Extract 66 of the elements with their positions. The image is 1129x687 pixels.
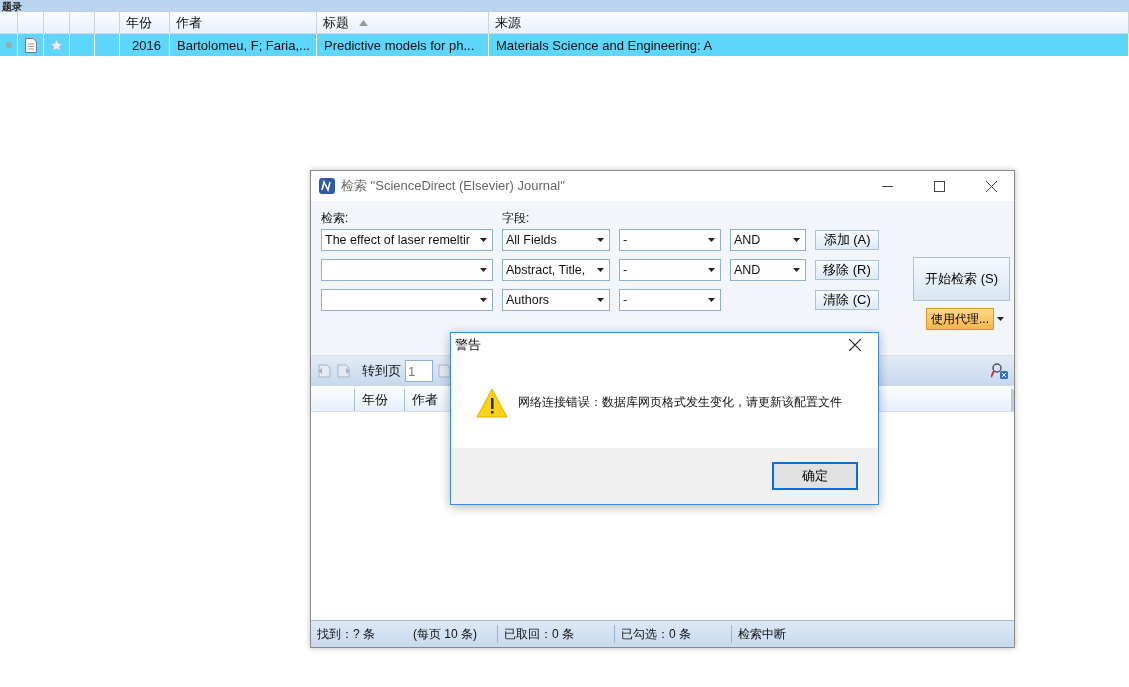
status-text: (每页 10 条) xyxy=(412,625,478,643)
go-icon[interactable] xyxy=(437,363,453,379)
author-cell: Bartolomeu, F; Faria,... xyxy=(177,37,310,53)
dropdown-caret-icon xyxy=(708,238,715,242)
row-action-button[interactable]: 移除 (R) xyxy=(815,260,879,280)
column-header[interactable]: 标题 xyxy=(317,12,489,33)
row-action-button[interactable]: 添加 (A) xyxy=(815,230,879,250)
column-header[interactable]: 来源 xyxy=(489,12,1129,33)
window-title: 检索 "ScienceDirect (Elsevier) Journal" xyxy=(341,177,565,195)
status-text: 已勾选：0 条 xyxy=(620,625,692,643)
maximize-icon[interactable] xyxy=(933,180,945,192)
status-text: 找到：? 条 xyxy=(316,625,376,643)
close-icon[interactable] xyxy=(849,339,861,351)
clear-search-icon[interactable] xyxy=(991,362,1009,380)
list-row[interactable]: 2016 Bartolomeu, F; Faria,... Predictive models for ph... Materials Science and Engineering: A xyxy=(0,34,1129,56)
title-cell: Predictive models for ph... xyxy=(324,37,475,53)
field-dropdown[interactable]: Abstract, Title, xyxy=(502,259,610,281)
error-message: 网络连接错误：数据库网页格式发生变化，请更新该配置文件 xyxy=(518,394,842,411)
search-label: 检索: xyxy=(321,211,350,225)
year-cell: 2016 xyxy=(132,37,161,53)
document-icon xyxy=(24,37,37,53)
status-text: 已取回：0 条 xyxy=(503,625,575,643)
field-label: 字段: xyxy=(502,211,531,225)
column-header[interactable]: 作者 xyxy=(170,12,317,33)
column-header[interactable]: 作者 xyxy=(412,391,438,409)
dropdown-caret-icon xyxy=(597,298,604,302)
column-header[interactable]: 年份 xyxy=(362,391,388,409)
dropdown-caret-icon xyxy=(597,238,604,242)
next-page-icon[interactable] xyxy=(336,363,352,379)
warning-icon xyxy=(476,387,508,418)
search-term-field[interactable] xyxy=(321,259,493,281)
proxy-button[interactable]: 使用代理... xyxy=(926,308,994,330)
ok-button[interactable]: 确定 xyxy=(772,462,858,490)
condition-dropdown[interactable]: - xyxy=(619,289,721,311)
panel-title: 题录 xyxy=(1,2,22,12)
dropdown-caret-icon xyxy=(480,268,487,272)
source-cell: Materials Science and Engineering: A xyxy=(496,37,713,53)
condition-dropdown[interactable]: - xyxy=(619,259,721,281)
dropdown-caret-icon xyxy=(480,238,487,242)
dropdown-caret-icon xyxy=(793,238,800,242)
status-text: 检索中断 xyxy=(737,625,787,643)
operator-dropdown[interactable]: AND xyxy=(730,229,806,251)
search-term-field[interactable]: The effect of laser remeltir xyxy=(321,229,493,251)
column-header[interactable]: 年份 xyxy=(120,12,170,33)
field-dropdown[interactable]: All Fields xyxy=(502,229,610,251)
row-action-button[interactable]: 清除 (C) xyxy=(815,290,879,310)
dot-icon xyxy=(5,42,12,48)
field-dropdown[interactable]: Authors xyxy=(502,289,610,311)
search-term-field[interactable] xyxy=(321,289,493,311)
app-logo-icon xyxy=(319,178,335,194)
minimize-icon[interactable] xyxy=(881,185,893,187)
goto-page-label: 转到页 xyxy=(362,362,401,380)
dialog-title: 警告 xyxy=(455,336,481,354)
condition-dropdown[interactable]: - xyxy=(619,229,721,251)
page-input[interactable]: 1 xyxy=(405,360,433,382)
close-icon[interactable] xyxy=(985,180,997,192)
star-icon xyxy=(50,38,63,52)
previous-page-icon[interactable] xyxy=(316,363,332,379)
dropdown-caret-icon xyxy=(708,268,715,272)
dropdown-caret-icon xyxy=(997,317,1004,321)
operator-dropdown[interactable]: AND xyxy=(730,259,806,281)
dropdown-caret-icon xyxy=(708,298,715,302)
dropdown-caret-icon xyxy=(480,298,487,302)
start-search-button[interactable]: 开始检索 (S) xyxy=(913,257,1010,301)
dropdown-caret-icon xyxy=(597,268,604,272)
dropdown-caret-icon xyxy=(793,268,800,272)
